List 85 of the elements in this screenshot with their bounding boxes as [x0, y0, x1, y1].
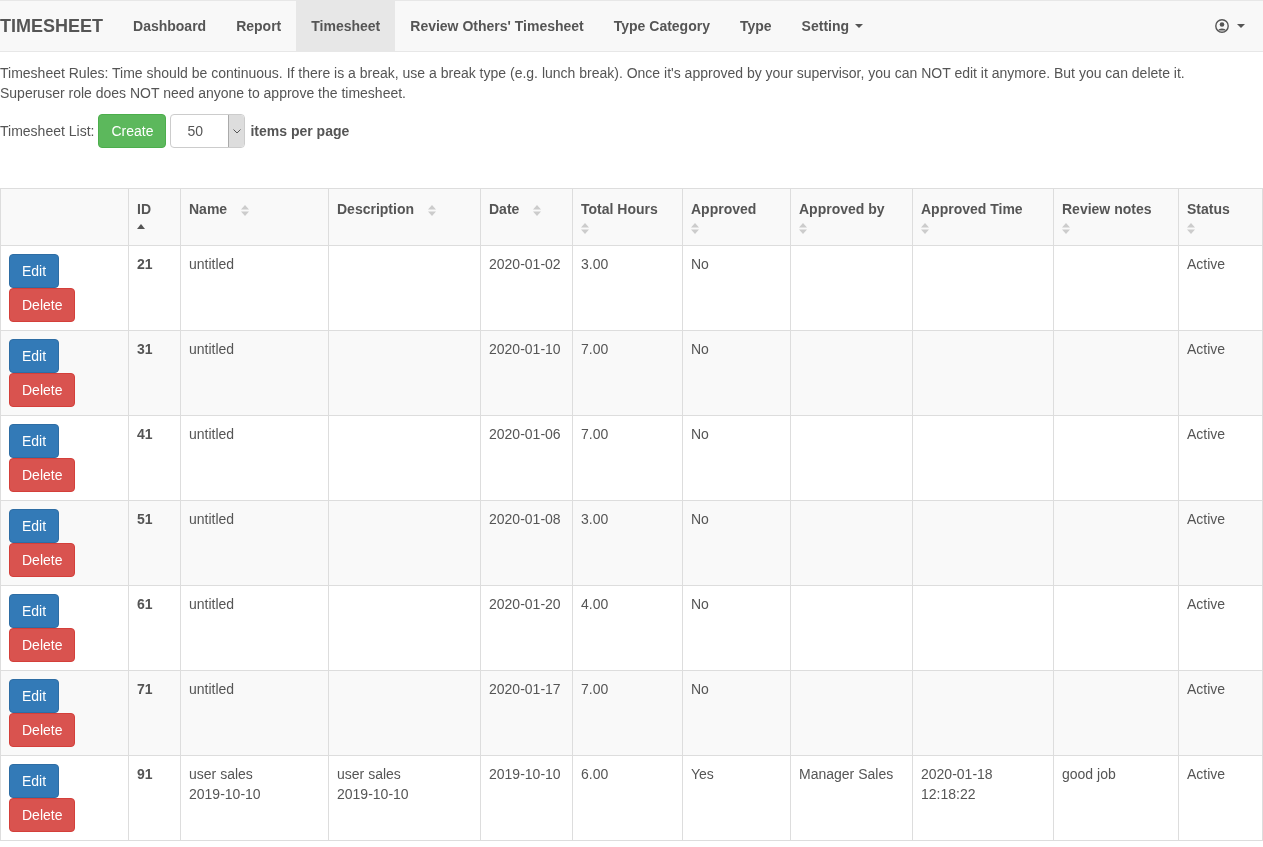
- column-header[interactable]: Approved Time: [912, 188, 1054, 246]
- table-cell: good job: [1053, 755, 1179, 841]
- nav-tab[interactable]: Dashboard: [118, 1, 222, 51]
- table-cell: 2020-01-10: [480, 330, 573, 416]
- table-cell: 2020-01-17: [480, 670, 573, 756]
- delete-button[interactable]: Delete: [9, 458, 76, 492]
- delete-button[interactable]: Delete: [9, 288, 76, 322]
- table-cell: Manager Sales: [790, 755, 913, 841]
- edit-button[interactable]: Edit: [9, 339, 60, 373]
- chevron-down-icon: [232, 128, 241, 134]
- nav-tab[interactable]: Setting: [786, 1, 879, 51]
- column-header[interactable]: ID: [128, 188, 181, 246]
- table-cell: No: [682, 245, 791, 331]
- table-cell: 2020-01-02: [480, 245, 573, 331]
- table-cell: Active: [1178, 330, 1263, 416]
- list-label: Timesheet List:: [0, 121, 95, 141]
- nav-tab[interactable]: Review Others' Timesheet: [395, 1, 599, 51]
- nav-tab[interactable]: Report: [221, 1, 297, 51]
- page-size-label: items per page: [250, 121, 350, 141]
- table-cell: untitled: [180, 585, 329, 671]
- table-cell: untitled: [180, 330, 329, 416]
- table-cell: 2020-01-06: [480, 415, 573, 501]
- table-cell: No: [682, 670, 791, 756]
- table-cell: 21: [128, 245, 181, 331]
- column-header[interactable]: Description: [328, 188, 481, 246]
- table-cell: Active: [1178, 670, 1263, 756]
- edit-button[interactable]: Edit: [9, 424, 60, 458]
- table-cell: untitled: [180, 670, 329, 756]
- table-cell: 91: [128, 755, 181, 841]
- table-cell: Yes: [682, 755, 791, 841]
- table-cell: 2020-01-08: [480, 500, 573, 586]
- table-cell: Active: [1178, 500, 1263, 586]
- caret-icon: [1237, 24, 1245, 28]
- column-header[interactable]: Total Hours: [572, 188, 683, 246]
- column-header[interactable]: Date: [480, 188, 573, 246]
- column-header[interactable]: Status: [1178, 188, 1263, 246]
- brand-title: TIMESHEET: [0, 14, 104, 38]
- table-cell: untitled: [180, 500, 329, 586]
- nav-tab[interactable]: Type: [724, 1, 787, 51]
- delete-button[interactable]: Delete: [9, 628, 76, 662]
- table-cell: 4.00: [572, 585, 683, 671]
- table-cell: Active: [1178, 755, 1263, 841]
- table-cell: Active: [1178, 585, 1263, 671]
- edit-button[interactable]: Edit: [9, 509, 60, 543]
- edit-button[interactable]: Edit: [9, 764, 60, 798]
- column-header[interactable]: Approved by: [790, 188, 913, 246]
- column-header[interactable]: Approved: [682, 188, 791, 246]
- user-circle-icon: [1215, 19, 1229, 33]
- delete-button[interactable]: Delete: [9, 713, 76, 747]
- table-cell: user sales 2019-10-10: [180, 755, 329, 841]
- table-cell: No: [682, 585, 791, 671]
- edit-button[interactable]: Edit: [9, 254, 60, 288]
- table-cell: 3.00: [572, 500, 683, 586]
- table-cell: 51: [128, 500, 181, 586]
- table-cell: 71: [128, 670, 181, 756]
- column-header[interactable]: Review notes: [1053, 188, 1179, 246]
- rules-text: Timesheet Rules: Time should be continuous. If there is a break, use a break type (e.g. lunch break). Once it's approved by your supervisor, you can NOT edit it anymore. But you can delete it. Superuser role does NOT need anyone to approve the timesheet.: [0, 64, 1186, 103]
- table-cell: 3.00: [572, 245, 683, 331]
- table-cell: No: [682, 500, 791, 586]
- nav-tab[interactable]: Timesheet: [296, 1, 396, 51]
- delete-button[interactable]: Delete: [9, 798, 76, 832]
- table-cell: user sales 2019-10-10: [328, 755, 481, 841]
- table-cell: Active: [1178, 245, 1263, 331]
- nav-tab[interactable]: Type Category: [598, 1, 725, 51]
- table-cell: untitled: [180, 245, 329, 331]
- table-cell: 2020-01-20: [480, 585, 573, 671]
- column-header[interactable]: Name: [180, 188, 329, 246]
- edit-button[interactable]: Edit: [9, 594, 60, 628]
- table-cell: Active: [1178, 415, 1263, 501]
- table-cell: No: [682, 415, 791, 501]
- table-cell: 61: [128, 585, 181, 671]
- table-cell: 41: [128, 415, 181, 501]
- page-size-select[interactable]: 50: [170, 114, 246, 148]
- table-cell: No: [682, 330, 791, 416]
- delete-button[interactable]: Delete: [9, 373, 76, 407]
- edit-button[interactable]: Edit: [9, 679, 60, 713]
- delete-button[interactable]: Delete: [9, 543, 76, 577]
- table-cell: 7.00: [572, 415, 683, 501]
- table-cell: 31: [128, 330, 181, 416]
- table-cell: 2019-10-10: [480, 755, 573, 841]
- table-cell: untitled: [180, 415, 329, 501]
- table-cell: 7.00: [572, 330, 683, 416]
- table-cell: 6.00: [572, 755, 683, 841]
- table-cell: 2020-01-18 12:18:22: [912, 755, 1054, 841]
- table-cell: 7.00: [572, 670, 683, 756]
